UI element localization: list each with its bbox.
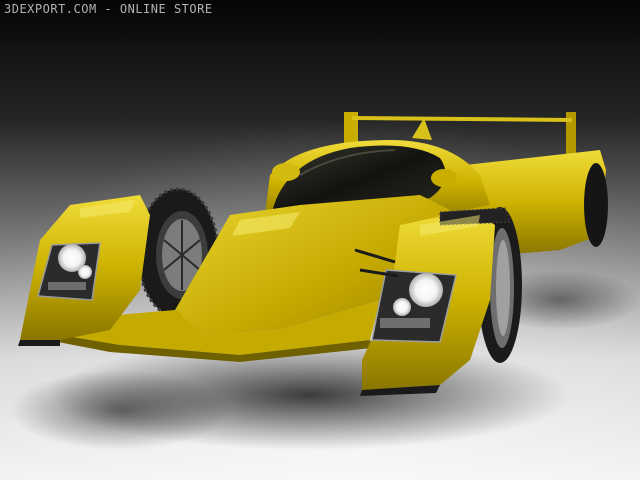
watermark-text: 3DEXPORT.COM - ONLINE STORE bbox=[4, 2, 213, 16]
car-render-image bbox=[0, 0, 640, 480]
render-scene: 3DEXPORT.COM - ONLINE STORE bbox=[0, 0, 640, 480]
